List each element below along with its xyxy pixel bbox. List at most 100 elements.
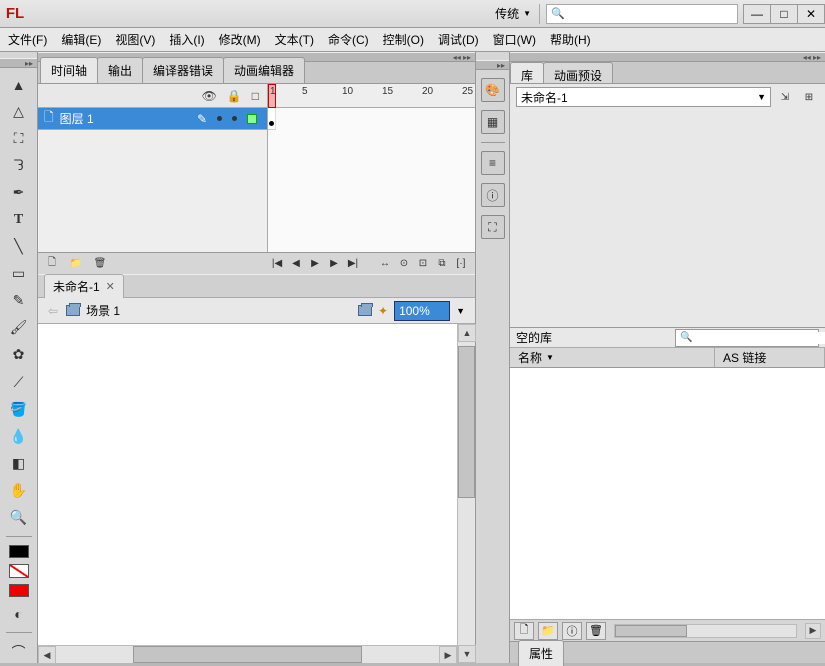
swatches-icon[interactable]: ▦: [481, 110, 505, 134]
stroke-color-swatch[interactable]: [9, 545, 29, 558]
tab-output[interactable]: 输出: [97, 57, 143, 83]
outline-swatch[interactable]: [247, 114, 257, 124]
lib-grip[interactable]: ◂◂ ▸▸: [510, 52, 825, 62]
delete-layer-button[interactable]: 🗑: [92, 256, 108, 272]
layer-row[interactable]: 🗋 图层 1 ✎: [38, 108, 267, 130]
tab-timeline[interactable]: 时间轴: [40, 57, 98, 83]
eyedropper-tool[interactable]: 💧: [6, 426, 32, 447]
hand-tool[interactable]: ✋: [6, 480, 32, 501]
menu-modify[interactable]: 修改(M): [217, 29, 263, 50]
tab-compiler-errors[interactable]: 编译器错误: [142, 57, 224, 83]
menu-text[interactable]: 文本(T): [273, 29, 316, 50]
properties-tab[interactable]: 属性: [510, 641, 825, 663]
col-linkage-header[interactable]: AS 链接: [715, 348, 825, 367]
selection-tool[interactable]: ▲: [6, 74, 32, 95]
properties-button[interactable]: ⓘ: [562, 622, 582, 640]
outline-icon[interactable]: □: [252, 89, 259, 103]
zoom-input[interactable]: [394, 301, 450, 321]
free-transform-tool[interactable]: ⛶: [6, 128, 32, 149]
lasso-tool[interactable]: ᘊ: [6, 155, 32, 176]
visibility-icon[interactable]: 👁: [202, 89, 217, 103]
pen-tool[interactable]: ✒: [6, 182, 32, 203]
h-scroll-thumb[interactable]: [615, 625, 687, 637]
tools-grip[interactable]: ▸▸: [0, 58, 37, 68]
document-tab[interactable]: 未命名-1 ✕: [44, 274, 124, 298]
stage[interactable]: [38, 324, 457, 645]
info-icon[interactable]: ⓘ: [481, 183, 505, 207]
next-frame-button[interactable]: ▶: [326, 256, 342, 272]
play-button[interactable]: ▶: [307, 256, 323, 272]
align-icon[interactable]: ≡: [481, 151, 505, 175]
h-scrollbar[interactable]: ◀ ▶: [38, 645, 457, 663]
col-name-header[interactable]: 名称 ▼: [510, 348, 715, 367]
lock-icon[interactable]: 🔒: [227, 89, 242, 103]
keyframe[interactable]: [268, 108, 276, 130]
scene-breadcrumb[interactable]: 场景 1: [66, 302, 120, 319]
new-symbol-button[interactable]: 🗋: [514, 622, 534, 640]
menu-file[interactable]: 文件(F): [6, 29, 49, 50]
bone-tool[interactable]: ⟋: [6, 372, 32, 393]
scroll-left-button[interactable]: ◀: [38, 646, 56, 664]
search-input[interactable]: 🔍: [546, 4, 738, 24]
menu-edit[interactable]: 编辑(E): [59, 29, 103, 50]
library-search-field[interactable]: [692, 332, 825, 344]
close-button[interactable]: ✕: [797, 4, 825, 24]
close-icon[interactable]: ✕: [106, 280, 115, 293]
deco-tool[interactable]: ✿: [6, 344, 32, 365]
eraser-tool[interactable]: ◧: [6, 453, 32, 474]
menu-insert[interactable]: 插入(I): [167, 29, 206, 50]
color-options[interactable]: ◐: [6, 603, 32, 624]
paint-bucket-tool[interactable]: 🪣: [6, 399, 32, 420]
library-document-dropdown[interactable]: 未命名-1 ▼: [516, 87, 771, 107]
new-library-button[interactable]: ⊞: [799, 87, 819, 107]
transform-icon[interactable]: ⛶: [481, 215, 505, 239]
menu-help[interactable]: 帮助(H): [548, 29, 593, 50]
fill-color-swatch[interactable]: [9, 584, 29, 597]
center-frame-button[interactable]: ↔: [377, 256, 393, 272]
tab-properties[interactable]: 属性: [518, 640, 564, 666]
snap-option[interactable]: ⌒: [6, 641, 32, 663]
menu-commands[interactable]: 命令(C): [326, 29, 371, 50]
library-search[interactable]: 🔍: [675, 329, 819, 347]
workspace-dropdown[interactable]: 传统 ▼: [487, 4, 540, 24]
new-layer-button[interactable]: 🗋: [44, 256, 60, 272]
search-field[interactable]: [569, 7, 733, 21]
edit-scene-icon[interactable]: [358, 305, 372, 316]
brush-tool[interactable]: 🖌: [6, 317, 32, 338]
subselection-tool[interactable]: △: [6, 101, 32, 122]
new-folder-button[interactable]: 📁: [538, 622, 558, 640]
scroll-right-button[interactable]: ▶: [439, 646, 457, 664]
text-tool[interactable]: T: [6, 209, 32, 230]
scroll-down-button[interactable]: ▼: [458, 645, 476, 663]
first-frame-button[interactable]: |◀: [269, 256, 285, 272]
menu-view[interactable]: 视图(V): [113, 29, 157, 50]
last-frame-button[interactable]: ▶|: [345, 256, 361, 272]
pencil-tool[interactable]: ✎: [6, 290, 32, 311]
library-list[interactable]: [510, 368, 825, 619]
tab-motion-editor[interactable]: 动画编辑器: [223, 57, 305, 83]
v-scrollbar[interactable]: ▲ ▼: [457, 324, 475, 663]
new-folder-button[interactable]: 📁: [68, 256, 84, 272]
line-tool[interactable]: ╲: [6, 236, 32, 257]
menu-debug[interactable]: 调试(D): [436, 29, 481, 50]
zoom-tool[interactable]: 🔍: [6, 507, 32, 528]
maximize-button[interactable]: □: [770, 4, 798, 24]
rectangle-tool[interactable]: ▭: [6, 263, 32, 284]
scroll-right-button[interactable]: ▶: [805, 623, 821, 639]
tab-motion-presets[interactable]: 动画预设: [543, 62, 613, 83]
pin-library-button[interactable]: ⇲: [775, 87, 795, 107]
scroll-up-button[interactable]: ▲: [458, 324, 476, 342]
menu-window[interactable]: 窗口(W): [491, 29, 538, 50]
edit-multiple-button[interactable]: ⧉: [434, 256, 450, 272]
tab-library[interactable]: 库: [510, 62, 544, 83]
prev-frame-button[interactable]: ◀: [288, 256, 304, 272]
delete-button[interactable]: 🗑: [586, 622, 606, 640]
menu-control[interactable]: 控制(O): [381, 29, 426, 50]
rstrip-grip[interactable]: ▸▸: [476, 60, 509, 70]
color-palette-icon[interactable]: 🎨: [481, 78, 505, 102]
onion-outline-button[interactable]: ⊡: [415, 256, 431, 272]
visibility-dot[interactable]: [217, 116, 222, 121]
frames-area[interactable]: 1 5 10 15 20 25: [268, 84, 475, 252]
lock-dot[interactable]: [232, 116, 237, 121]
modify-markers-button[interactable]: [·]: [453, 256, 469, 272]
